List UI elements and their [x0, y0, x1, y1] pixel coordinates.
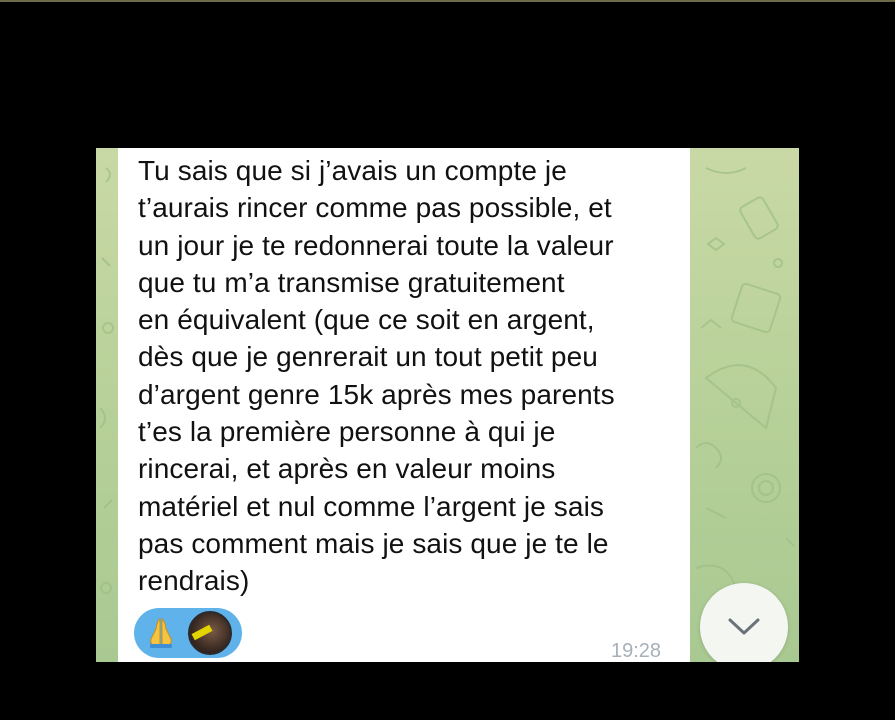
message-line: rendrais): [138, 565, 250, 597]
message-line: t’aurais rincer comme pas possible, et: [138, 192, 612, 224]
message-line: matériel et nul comme l’argent je sais: [138, 490, 604, 522]
scroll-down-button[interactable]: [700, 583, 788, 662]
message-line: t’es la première personne à qui je: [138, 416, 556, 448]
message-line: que tu m’a transmise gratuitement: [138, 266, 565, 298]
message-line: pas comment mais je sais que je te le: [138, 527, 609, 559]
chevron-down-icon: [728, 618, 760, 635]
message-line: en équivalent (que ce soit en argent,: [138, 304, 595, 336]
chat-panel: Tu sais que si j’avais un compte je t’au…: [96, 148, 799, 662]
message-line: rincerai, et après en valeur moins: [138, 453, 556, 485]
user-avatar: [188, 611, 232, 655]
message-line: un jour je te redonnerai toute la valeur: [138, 229, 614, 261]
folded-hands-icon: [140, 612, 182, 654]
message-line: dès que je genrerait un tout petit peu: [138, 341, 598, 373]
top-edge-line: [0, 0, 895, 2]
message-time: 19:28: [611, 640, 662, 662]
reaction-pill[interactable]: [134, 608, 242, 658]
message-line: d’argent genre 15k après mes parents: [138, 378, 615, 410]
message-text: Tu sais que si j’avais un compte je t’au…: [138, 152, 678, 600]
message-line: Tu sais que si j’avais un compte je: [138, 155, 567, 186]
